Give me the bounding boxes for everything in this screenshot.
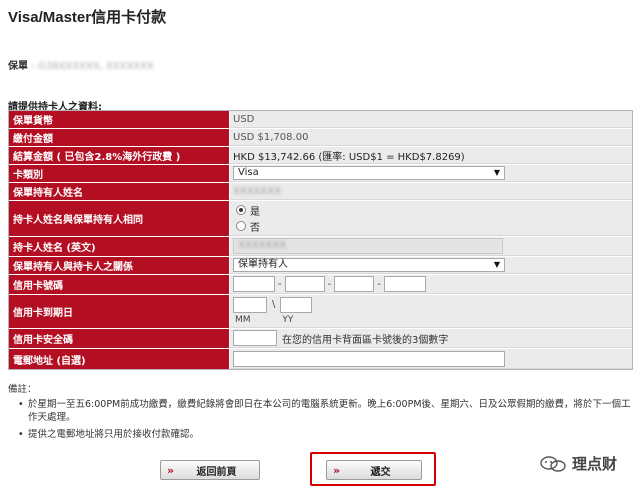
policy-line: 保單 - G38XXXXXX, XXXXXXX (8, 57, 154, 72)
expiry-year-input[interactable] (280, 297, 313, 313)
row-currency: 保單貨幣 USD (9, 111, 632, 129)
expiry-month-input[interactable] (233, 297, 267, 313)
row-card-type: 卡類別 Visa ▼ (9, 165, 632, 183)
back-button[interactable]: » 返回前頁 (160, 460, 260, 480)
card-number-input-2[interactable] (284, 276, 325, 292)
amount-label: 繳付金額 (9, 129, 230, 146)
row-relation: 保單持有人與持卡人之關係 保單持有人 ▼ (9, 257, 632, 275)
expiry-year-col: YY (280, 297, 313, 325)
back-button-label: 返回前頁 (196, 466, 237, 478)
chevron-right-icon: » (333, 463, 341, 477)
dropdown-arrow-icon: ▼ (493, 260, 500, 269)
row-settlement: 結算金額 ( 已包含2.8%海外行政費 ) HKD $13,742.66 (匯率… (9, 147, 632, 165)
card-name-label: 持卡人姓名 (英文) (9, 237, 230, 256)
radio-no-label: 否 (250, 222, 260, 234)
page-title: Visa/Master信用卡付款 (8, 9, 167, 26)
card-name-input: XXXXXXX (233, 238, 503, 254)
card-number-separator: - (278, 278, 282, 290)
cvv-input[interactable] (233, 330, 277, 346)
radio-yes-label: 是 (250, 206, 260, 218)
radio-no[interactable] (236, 221, 246, 231)
policy-label: 保單 (8, 61, 28, 72)
dropdown-arrow-icon: ▼ (493, 168, 500, 177)
expiry-cell: MM \ YY (230, 295, 632, 328)
card-type-cell: Visa ▼ (230, 165, 632, 182)
expiry-month-caption: MM (235, 315, 251, 325)
chat-bubbles-icon (540, 455, 566, 472)
cvv-cell: 在您的信用卡背面區卡號後的3個數字 (230, 329, 632, 348)
relation-select[interactable]: 保單持有人 ▼ (233, 258, 505, 272)
settlement-value: HKD $13,742.66 (匯率: USD$1 = HKD$7.8269) (230, 147, 632, 164)
expiry-year-caption: YY (282, 315, 294, 325)
expiry-label: 信用卡到期日 (9, 295, 230, 328)
card-number-separator: - (377, 278, 381, 290)
card-number-input-3[interactable] (334, 276, 375, 292)
card-number-input-4[interactable] (383, 276, 426, 292)
holder-name-value: XXXXXXX (233, 185, 281, 197)
relation-selected: 保單持有人 (238, 259, 288, 270)
notes-section: 備註： 於星期一至五6:00PM前成功繳費，繳費紀錄將會即日在本公司的電腦系統更… (8, 381, 638, 445)
row-amount: 繳付金額 USD $1,708.00 (9, 129, 632, 147)
note-item: 於星期一至五6:00PM前成功繳費，繳費紀錄將會即日在本公司的電腦系統更新。晚上… (18, 398, 638, 424)
relation-cell: 保單持有人 ▼ (230, 257, 632, 274)
amount-value: USD $1,708.00 (230, 129, 632, 146)
email-input[interactable] (233, 350, 505, 367)
radio-option-yes[interactable]: 是 (236, 203, 260, 218)
email-cell (230, 349, 632, 369)
watermark-text: 理点财 (572, 455, 618, 473)
same-name-label: 持卡人姓名與保單持有人相同 (9, 201, 230, 236)
watermark: 理点财 (540, 453, 617, 474)
settlement-label: 結算金額 ( 已包含2.8%海外行政費 ) (9, 147, 230, 164)
submit-button-label: 遞交 (370, 466, 391, 478)
relation-label: 保單持有人與持卡人之關係 (9, 257, 230, 274)
notes-title: 備註： (8, 384, 37, 395)
radio-yes[interactable] (236, 205, 246, 215)
row-card-name: 持卡人姓名 (英文) XXXXXXX (9, 237, 632, 257)
cvv-hint: 在您的信用卡背面區卡號後的3個數字 (282, 334, 449, 346)
card-number-cell: - - - (230, 275, 632, 294)
radio-option-no[interactable]: 否 (236, 219, 260, 234)
row-holder-name: 保單持有人姓名 XXXXXXX (9, 183, 632, 201)
row-same-name: 持卡人姓名與保單持有人相同 是 否 (9, 201, 632, 237)
row-expiry: 信用卡到期日 MM \ YY (9, 295, 632, 329)
policy-number: - G38XXXXXX, XXXXXXX (28, 61, 154, 72)
row-card-number: 信用卡號碼 - - - (9, 275, 632, 295)
email-label: 電郵地址 (自選) (9, 349, 230, 369)
note-item: 提供之電郵地址將只用於接收付款確認。 (18, 428, 638, 441)
holder-name-cell: XXXXXXX (230, 183, 632, 200)
card-type-selected: Visa (238, 167, 259, 178)
row-email: 電郵地址 (自選) (9, 349, 632, 369)
expiry-fields: MM \ YY (233, 295, 313, 325)
holder-name-label: 保單持有人姓名 (9, 183, 230, 200)
same-name-radio-group: 是 否 (236, 201, 260, 236)
currency-value: USD (230, 111, 632, 128)
currency-label: 保單貨幣 (9, 111, 230, 128)
cardholder-form: 保單貨幣 USD 繳付金額 USD $1,708.00 結算金額 ( 已包含2.… (8, 110, 633, 370)
cvv-label: 信用卡安全碼 (9, 329, 230, 348)
card-type-select[interactable]: Visa ▼ (233, 166, 505, 180)
chevron-right-icon: » (167, 463, 175, 477)
expiry-separator: \ (272, 299, 276, 310)
row-cvv: 信用卡安全碼 在您的信用卡背面區卡號後的3個數字 (9, 329, 632, 349)
same-name-cell: 是 否 (230, 201, 632, 236)
card-name-value: XXXXXXX (238, 240, 286, 251)
card-type-label: 卡類別 (9, 165, 230, 182)
card-number-separator: - (327, 278, 332, 290)
card-number-input-1[interactable] (233, 276, 275, 292)
card-name-cell: XXXXXXX (230, 237, 632, 256)
expiry-month-col: MM (233, 297, 267, 325)
card-number-label: 信用卡號碼 (9, 275, 230, 294)
submit-button[interactable]: » 遞交 (326, 460, 422, 480)
notes-list: 於星期一至五6:00PM前成功繳費，繳費紀錄將會即日在本公司的電腦系統更新。晚上… (8, 398, 638, 441)
